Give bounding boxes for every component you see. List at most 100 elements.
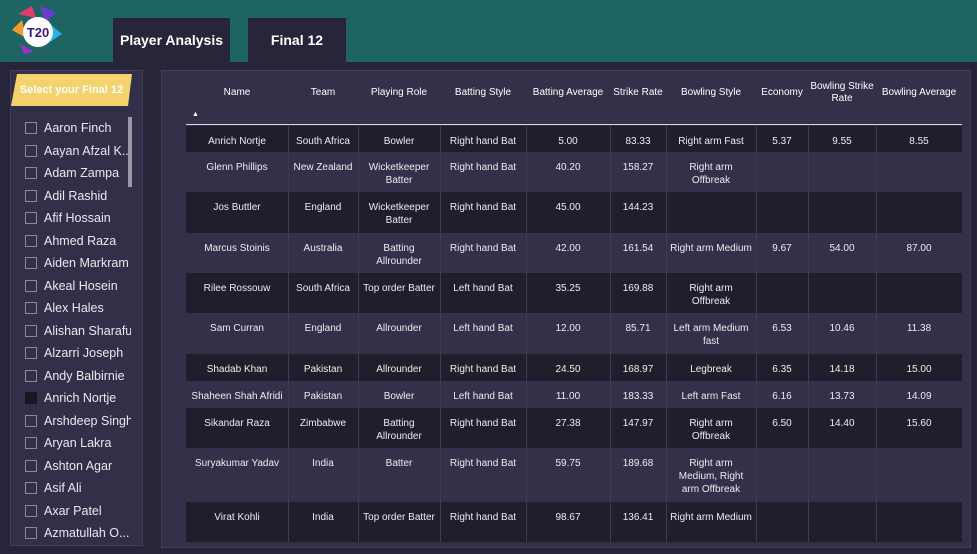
checkbox[interactable] [25, 482, 37, 494]
column-header[interactable]: Bowling Style [666, 71, 756, 114]
list-item[interactable]: Akeal Hosein [25, 277, 118, 295]
list-item[interactable]: Anrich Nortje [25, 389, 116, 407]
table-row[interactable]: Marcus Stoinis Australia Batting Allrounde… [186, 233, 962, 273]
list-item[interactable]: Azmatullah O... [25, 524, 129, 542]
list-item[interactable]: Aryan Lakra [25, 434, 111, 452]
table-row[interactable]: Shadab Khan Pakistan Allrounder Right hand … [186, 354, 962, 381]
table-cell: Shaheen Shah Afridi [186, 381, 288, 408]
table-cell: 85.71 [610, 313, 666, 354]
checkbox[interactable] [25, 437, 37, 449]
cell-text: Zimbabwe [299, 418, 347, 429]
column-header[interactable]: Bowling Strike Rate [808, 71, 876, 114]
table-cell: Batting Allrounder [358, 233, 440, 273]
list-item[interactable]: Alzarri Joseph [25, 344, 123, 362]
table-cell: 24.50 [526, 354, 610, 381]
list-item[interactable]: Adam Zampa [25, 164, 119, 182]
list-item[interactable]: Alex Hales [25, 299, 104, 317]
list-item[interactable]: Axar Patel [25, 502, 102, 520]
list-item[interactable]: Aayan Afzal K... [25, 142, 131, 160]
tab-final-12[interactable]: Final 12 [248, 18, 346, 62]
player-name-label: Azmatullah O... [44, 526, 130, 540]
table-cell: 6.50 [756, 408, 808, 448]
table-cell: Right hand Bat [440, 502, 526, 542]
list-item[interactable]: Adil Rashid [25, 187, 107, 205]
list-item[interactable]: Aiden Markram [25, 254, 129, 272]
list-item[interactable]: Ashton Agar [25, 457, 112, 475]
column-header[interactable]: Playing Role [358, 71, 440, 114]
table-cell: Right hand Bat [440, 152, 526, 192]
cell-text: 9.67 [772, 243, 792, 254]
list-item[interactable]: Afif Hossain [25, 209, 111, 227]
cell-text: Marcus Stoinis [204, 243, 270, 254]
list-item[interactable]: Ahmed Raza [25, 232, 116, 250]
cell-text: 144.23 [622, 202, 654, 213]
column-header[interactable]: Batting Average [526, 71, 610, 114]
cell-text: 8.55 [909, 136, 929, 147]
table-cell: 42.00 [526, 233, 610, 273]
checkbox[interactable] [25, 257, 37, 269]
checkbox[interactable] [25, 122, 37, 134]
list-item[interactable]: Alishan Sharafu [25, 322, 131, 340]
list-item[interactable]: Arshdeep Singh [25, 412, 131, 430]
table-cell: Australia [288, 233, 358, 273]
cell-text: Anrich Nortje [208, 136, 266, 147]
table-row[interactable]: Shaheen Shah Afridi Pakistan Bowler Left ha… [186, 381, 962, 408]
table-row[interactable]: Virat Kohli India Top order Batter Right ha… [186, 502, 962, 542]
checkbox[interactable] [25, 212, 37, 224]
table-cell: Right hand Bat [440, 354, 526, 381]
table-cell: 15.60 [876, 408, 962, 448]
checkbox[interactable] [25, 392, 37, 404]
checkbox[interactable] [25, 414, 37, 427]
checkbox[interactable] [25, 369, 37, 382]
table-cell: 54.00 [808, 233, 876, 273]
table-row[interactable]: Sikandar Raza Zimbabwe Batting Allrounder R… [186, 408, 962, 448]
column-header[interactable]: Team [288, 71, 358, 114]
cell-text: Top order Batter [363, 512, 435, 523]
table-row[interactable]: Rilee Rossouw South Africa Top order Batte… [186, 273, 962, 313]
list-item[interactable]: Andy Balbirnie [25, 367, 125, 385]
cell-text: 14.40 [829, 418, 855, 429]
table-cell: Sam Curran [186, 313, 288, 354]
table-cell: Allrounder [358, 354, 440, 381]
table-cell: 168.97 [610, 354, 666, 381]
checkbox[interactable] [25, 324, 37, 337]
player-name-label: Alex Hales [44, 301, 104, 315]
column-header[interactable]: Bowling Average [876, 71, 962, 114]
cell-text: Right arm Offbreak [689, 162, 733, 186]
table-row[interactable]: Sam Curran England Allrounder Left hand Bat… [186, 313, 962, 354]
player-list-scrollbar[interactable] [128, 117, 132, 187]
tab-player-analysis[interactable]: Player Analysis [113, 18, 230, 62]
cell-text: Left hand Bat [453, 391, 513, 402]
column-header[interactable]: Economy [756, 71, 808, 114]
table-cell: 10.46 [808, 313, 876, 354]
list-item[interactable]: Aaron Finch [25, 119, 111, 137]
checkbox[interactable] [25, 302, 37, 314]
table-row[interactable]: Anrich Nortje South Africa Bowler Right han… [186, 126, 962, 152]
table-cell: 14.18 [808, 354, 876, 381]
checkbox[interactable] [25, 504, 37, 517]
table-cell: Rilee Rossouw [186, 273, 288, 313]
table-cell: Left hand Bat [440, 381, 526, 408]
table-cell: Right arm Offbreak [666, 152, 756, 192]
column-header[interactable]: Strike Rate [610, 71, 666, 114]
column-header[interactable]: Batting Style [440, 71, 526, 114]
checkbox[interactable] [25, 144, 37, 157]
checkbox[interactable] [25, 527, 37, 539]
player-list[interactable]: Aaron Finch Aayan Afzal K... Adam Zampa Adi… [11, 115, 131, 545]
checkbox[interactable] [25, 189, 37, 202]
cell-text: Right arm Offbreak [689, 283, 733, 307]
checkbox[interactable] [25, 167, 37, 179]
list-item[interactable]: Asif Ali [25, 479, 82, 497]
table-row[interactable]: Jos Buttler England Wicketkeeper Batter Rig… [186, 192, 962, 233]
player-name-label: Alishan Sharafu [44, 323, 131, 338]
checkbox[interactable] [25, 459, 37, 472]
table-cell: Zimbabwe [288, 408, 358, 448]
table-cell [808, 502, 876, 542]
checkbox[interactable] [25, 234, 37, 247]
checkbox[interactable] [25, 279, 37, 292]
checkbox[interactable] [25, 347, 37, 359]
table-row[interactable]: Glenn Phillips New Zealand Wicketkeeper Ba… [186, 152, 962, 192]
table-row[interactable]: Suryakumar Yadav India Batter Right hand Ba… [186, 448, 962, 502]
column-header[interactable]: Name [186, 71, 288, 114]
table-cell: 6.35 [756, 354, 808, 381]
